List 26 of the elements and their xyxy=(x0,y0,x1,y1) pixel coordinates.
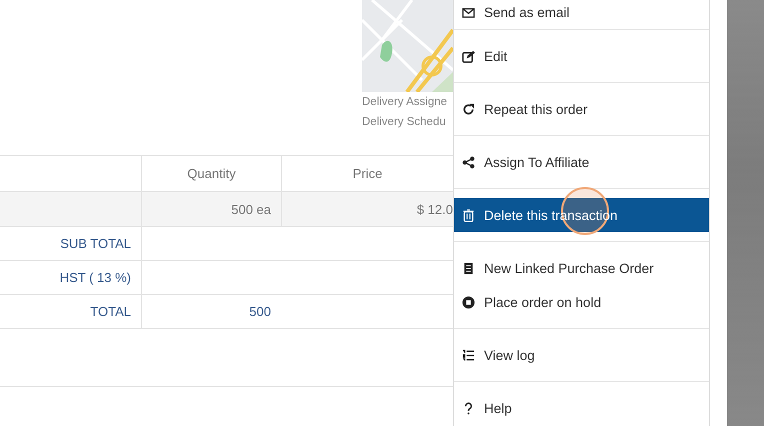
question-icon xyxy=(462,402,475,414)
delivery-info-text: Delivery Assigne xyxy=(362,95,448,110)
trash-icon xyxy=(462,208,475,222)
menu-item[interactable]: Repeat this order xyxy=(454,92,709,126)
envelope-icon xyxy=(462,6,475,18)
menu-item[interactable]: Send as email xyxy=(454,0,709,29)
quantity-cell: 500 ea xyxy=(231,202,271,216)
menu-item[interactable]: Assign To Affiliate xyxy=(454,145,709,179)
menu-item[interactable]: Edit xyxy=(454,39,709,73)
share-icon xyxy=(462,156,475,168)
document-icon xyxy=(462,262,475,274)
summary-label: TOTAL xyxy=(90,304,131,319)
refresh-icon xyxy=(462,102,475,116)
menu-item[interactable]: Place order on hold xyxy=(454,285,709,319)
delivery-info-text: Delivery Schedu xyxy=(362,115,446,130)
stop-circle-icon xyxy=(462,296,475,308)
column-header: Quantity xyxy=(141,156,281,191)
menu-item[interactable]: View log xyxy=(454,338,709,372)
quantity-cell: 500 xyxy=(249,304,271,319)
summary-label: SUB TOTAL xyxy=(60,236,131,251)
edit-icon xyxy=(462,50,475,62)
menu-item[interactable]: New Linked Purchase Order xyxy=(454,251,709,285)
menu-item[interactable]: Help xyxy=(454,391,709,425)
numbered-list-icon xyxy=(462,348,475,362)
summary-label: HST ( 13 %) xyxy=(60,270,131,285)
price-cell: $ 12.0 xyxy=(416,202,453,216)
